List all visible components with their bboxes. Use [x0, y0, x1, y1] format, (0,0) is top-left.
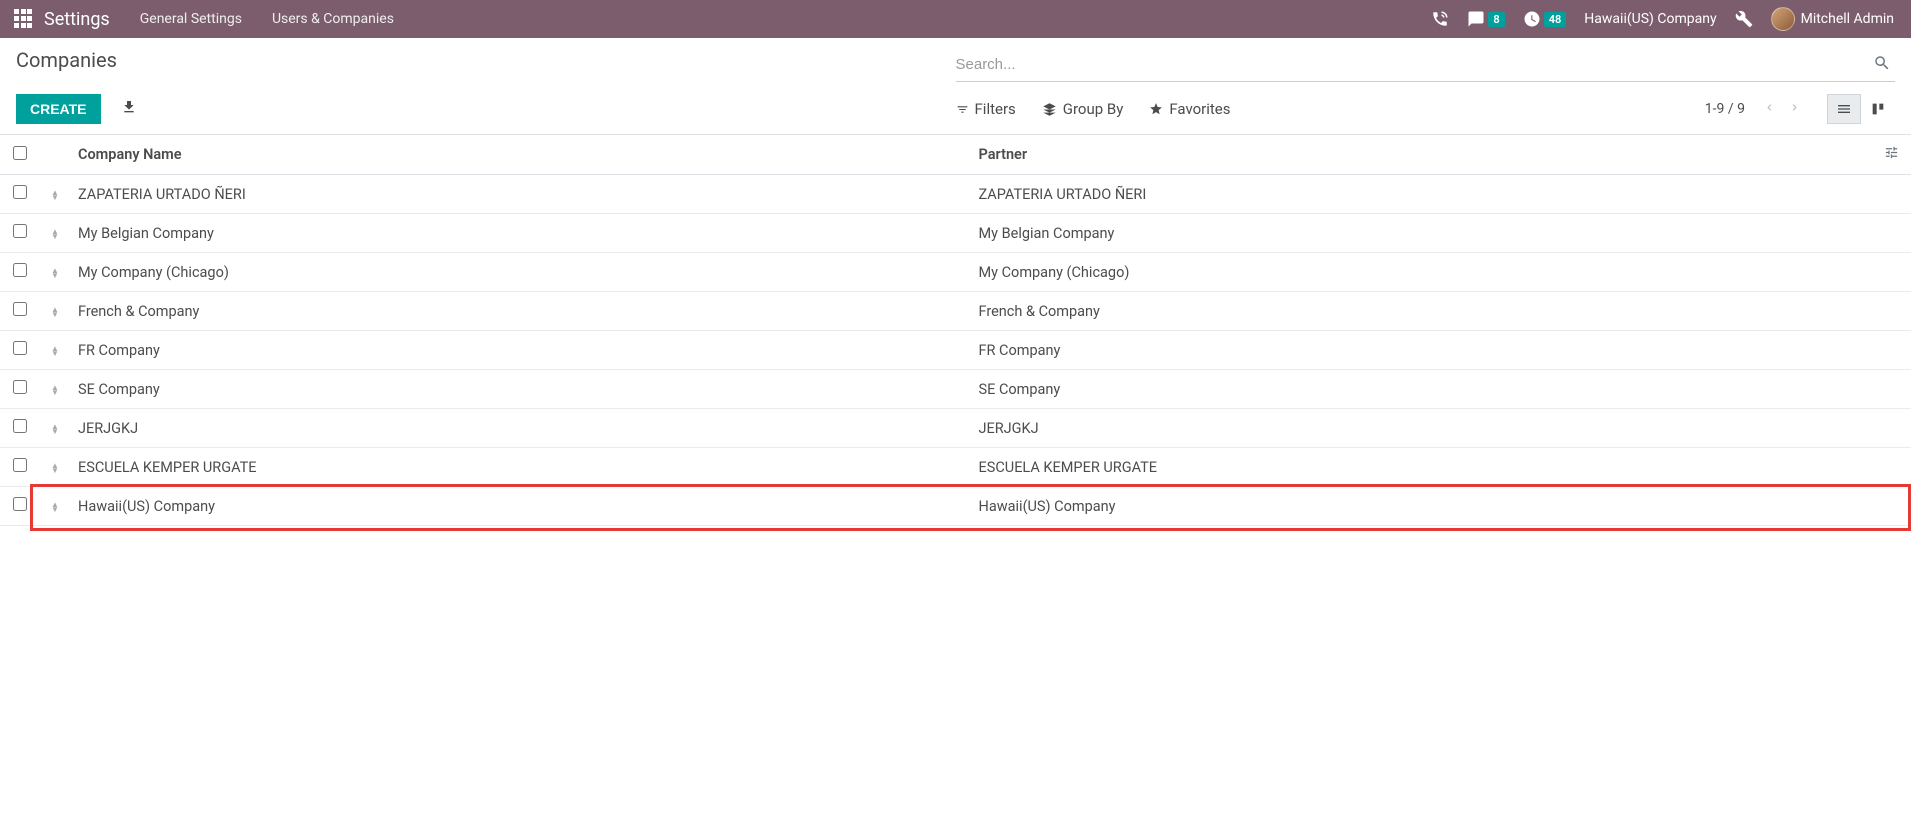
drag-handle-icon[interactable]: ▲▼	[40, 448, 70, 487]
cell-partner: ZAPATERIA URTADO ÑERI	[971, 175, 1872, 214]
groupby-label: Group By	[1063, 100, 1124, 118]
drag-handle-icon[interactable]: ▲▼	[40, 370, 70, 409]
pager-text: 1-9 / 9	[1705, 101, 1745, 117]
cell-company-name: SE Company	[70, 370, 971, 409]
drag-handle-icon[interactable]: ▲▼	[40, 253, 70, 292]
cell-partner: French & Company	[971, 292, 1872, 331]
drag-handle-icon[interactable]: ▲▼	[40, 487, 70, 526]
cell-company-name: JERJGKJ	[70, 409, 971, 448]
company-selector[interactable]: Hawaii(US) Company	[1584, 11, 1716, 27]
apps-menu-icon[interactable]	[14, 9, 34, 29]
drag-handle-icon[interactable]: ▲▼	[40, 409, 70, 448]
messages-badge: 8	[1488, 12, 1504, 27]
cell-partner: SE Company	[971, 370, 1872, 409]
row-checkbox[interactable]	[13, 185, 27, 199]
menu-users-companies[interactable]: Users & Companies	[272, 11, 394, 27]
column-partner[interactable]: Partner	[971, 135, 1872, 175]
page-title: Companies	[16, 48, 956, 72]
drag-handle-icon[interactable]: ▲▼	[40, 214, 70, 253]
cell-company-name: French & Company	[70, 292, 971, 331]
cell-company-name: ESCUELA KEMPER URGATE	[70, 448, 971, 487]
app-brand[interactable]: Settings	[44, 9, 110, 30]
cell-company-name: My Belgian Company	[70, 214, 971, 253]
table-row[interactable]: ▲▼ My Belgian Company My Belgian Company	[0, 214, 1911, 253]
import-button[interactable]	[121, 99, 137, 119]
drag-handle-icon[interactable]: ▲▼	[40, 175, 70, 214]
row-checkbox[interactable]	[13, 380, 27, 394]
cell-partner: FR Company	[971, 331, 1872, 370]
voip-icon[interactable]	[1431, 10, 1449, 28]
favorites-label: Favorites	[1169, 100, 1230, 118]
debug-icon[interactable]	[1735, 10, 1753, 28]
kanban-view-button[interactable]	[1861, 94, 1895, 124]
row-checkbox[interactable]	[13, 263, 27, 277]
table-row[interactable]: ▲▼ JERJGKJ JERJGKJ	[0, 409, 1911, 448]
table-row[interactable]: ▲▼ FR Company FR Company	[0, 331, 1911, 370]
avatar	[1771, 7, 1795, 31]
messages-icon[interactable]: 8	[1467, 10, 1504, 28]
filters-label: Filters	[975, 100, 1016, 118]
search-input[interactable]	[956, 52, 1870, 77]
create-button[interactable]: CREATE	[16, 94, 101, 124]
drag-handle-icon[interactable]: ▲▼	[40, 331, 70, 370]
table-row[interactable]: ▲▼ ZAPATERIA URTADO ÑERI ZAPATERIA URTAD…	[0, 175, 1911, 214]
row-checkbox[interactable]	[13, 224, 27, 238]
drag-handle-icon[interactable]: ▲▼	[40, 292, 70, 331]
table-row[interactable]: ▲▼ Hawaii(US) Company Hawaii(US) Company	[0, 487, 1911, 526]
row-checkbox[interactable]	[13, 341, 27, 355]
list-view: Company Name Partner ▲▼ ZAPATERIA URTADO…	[0, 135, 1911, 526]
company-name: Hawaii(US) Company	[1584, 11, 1716, 27]
optional-columns-icon[interactable]	[1871, 135, 1911, 175]
pager-next[interactable]	[1782, 97, 1807, 122]
select-all-checkbox[interactable]	[13, 146, 27, 160]
column-company-name[interactable]: Company Name	[70, 135, 971, 175]
filters-button[interactable]: Filters	[956, 100, 1016, 118]
activities-icon[interactable]: 48	[1523, 10, 1567, 28]
cell-partner: ESCUELA KEMPER URGATE	[971, 448, 1872, 487]
favorites-button[interactable]: Favorites	[1149, 100, 1230, 118]
table-row[interactable]: ▲▼ French & Company French & Company	[0, 292, 1911, 331]
cell-partner: JERJGKJ	[971, 409, 1872, 448]
cell-company-name: Hawaii(US) Company	[70, 487, 971, 526]
row-checkbox[interactable]	[13, 419, 27, 433]
table-row[interactable]: ▲▼ ESCUELA KEMPER URGATE ESCUELA KEMPER …	[0, 448, 1911, 487]
cell-company-name: ZAPATERIA URTADO ÑERI	[70, 175, 971, 214]
row-checkbox[interactable]	[13, 302, 27, 316]
main-navbar: Settings General Settings Users & Compan…	[0, 0, 1911, 38]
row-checkbox[interactable]	[13, 458, 27, 472]
table-row[interactable]: ▲▼ My Company (Chicago) My Company (Chic…	[0, 253, 1911, 292]
table-row[interactable]: ▲▼ SE Company SE Company	[0, 370, 1911, 409]
pager: 1-9 / 9	[1705, 94, 1895, 124]
cell-partner: Hawaii(US) Company	[971, 487, 1872, 526]
search-bar	[956, 48, 1896, 82]
pager-prev[interactable]	[1757, 97, 1782, 122]
cell-partner: My Belgian Company	[971, 214, 1872, 253]
activities-badge: 48	[1544, 12, 1567, 27]
menu-general-settings[interactable]: General Settings	[140, 11, 242, 27]
control-panel: Companies CREATE Filters Group By	[0, 38, 1911, 135]
list-view-button[interactable]	[1827, 94, 1861, 124]
cell-partner: My Company (Chicago)	[971, 253, 1872, 292]
user-menu[interactable]: Mitchell Admin	[1771, 7, 1894, 31]
cell-company-name: FR Company	[70, 331, 971, 370]
companies-table: Company Name Partner ▲▼ ZAPATERIA URTADO…	[0, 135, 1911, 526]
groupby-button[interactable]: Group By	[1042, 100, 1124, 118]
row-checkbox[interactable]	[13, 497, 27, 511]
user-name: Mitchell Admin	[1801, 11, 1894, 27]
search-icon[interactable]	[1869, 54, 1895, 76]
cell-company-name: My Company (Chicago)	[70, 253, 971, 292]
